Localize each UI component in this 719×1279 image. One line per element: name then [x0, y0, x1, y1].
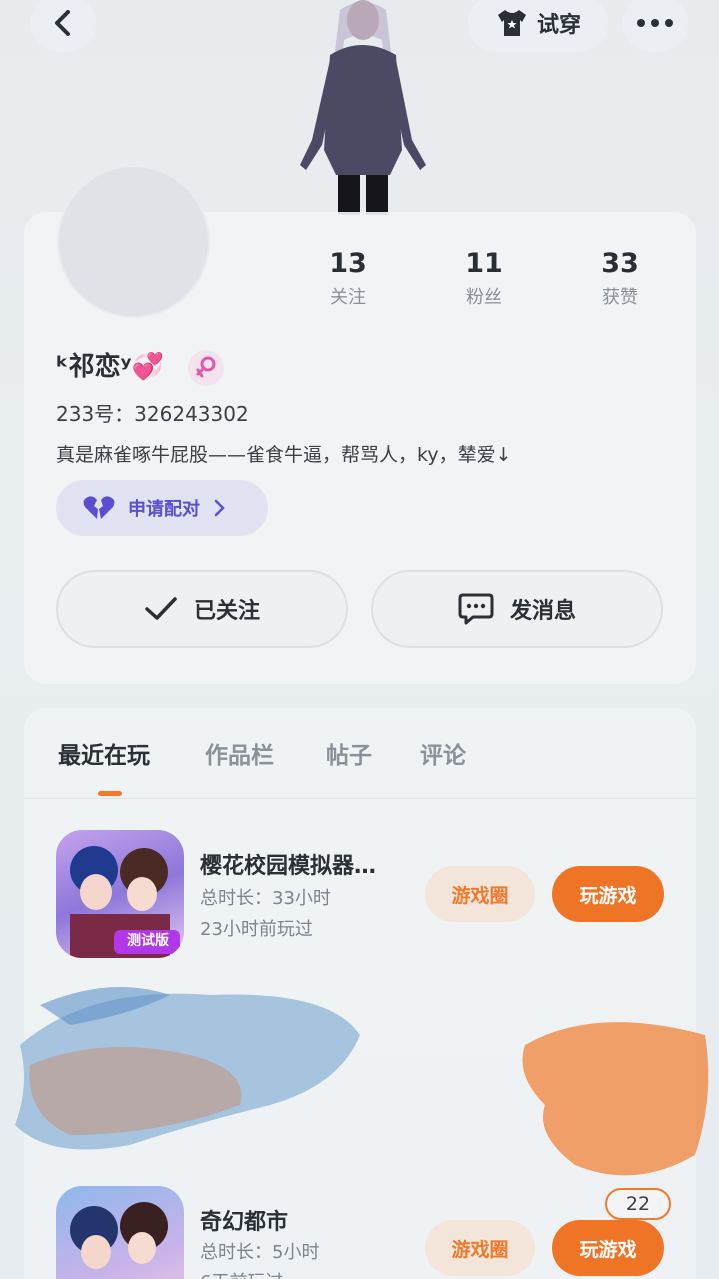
- chat-bubble-icon: [458, 593, 494, 625]
- game-artwork-fantasy-city: [70, 1202, 168, 1269]
- game-title-fantasy-city[interactable]: 奇幻都市: [200, 1204, 288, 1236]
- game-title-sakura[interactable]: 樱花校园模拟器…: [200, 848, 376, 880]
- username: ᵏ祁恋ʸ💞: [56, 352, 164, 382]
- game-icon-sakura[interactable]: 测试版: [56, 830, 184, 958]
- stat-following[interactable]: 13 关注: [303, 248, 393, 309]
- stat-likes[interactable]: 33 获赞: [575, 248, 665, 309]
- gender-badge: [188, 350, 224, 386]
- fans-count: 11: [465, 248, 503, 279]
- request-pair-button[interactable]: 申请配对: [56, 480, 268, 536]
- try-on-button[interactable]: 试穿: [468, 0, 608, 52]
- checkmark-icon: [145, 597, 177, 620]
- chevron-right-icon: [214, 499, 225, 517]
- following-label: 关注: [330, 287, 366, 308]
- request-pair-label: 申请配对: [128, 499, 200, 520]
- tab-posts[interactable]: 帖子: [326, 736, 372, 770]
- blue-paint-stroke-decoration: [15, 987, 360, 1150]
- likes-label: 获赞: [602, 287, 638, 308]
- orange-paint-stroke-decoration: [522, 1022, 709, 1176]
- try-on-label: 试穿: [536, 13, 581, 38]
- back-arrow-icon: [55, 10, 70, 36]
- tab-comments[interactable]: 评论: [420, 736, 466, 770]
- tab-divider: [24, 798, 696, 799]
- play-game-button[interactable]: 玩游戏: [552, 866, 664, 922]
- game-total-time-fantasy-city: 总时长：5小时: [200, 1242, 320, 1263]
- send-message-button[interactable]: 发消息: [371, 570, 663, 648]
- female-symbol-icon: [196, 356, 216, 378]
- user-id: 233号：326243302: [56, 402, 249, 426]
- game-circle-button[interactable]: 游戏圈: [425, 866, 535, 922]
- game-last-played-fantasy-city: 6天前玩过: [200, 1268, 283, 1279]
- back-button[interactable]: [30, 0, 96, 52]
- more-options-button[interactable]: [622, 0, 688, 52]
- avatar-character-figure: [300, 0, 426, 215]
- followed-label: 已关注: [193, 599, 260, 624]
- game-last-played-sakura: 23小时前玩过: [200, 919, 313, 940]
- game-circle-button-2[interactable]: 游戏圈: [425, 1220, 535, 1276]
- likes-count: 33: [601, 248, 639, 279]
- active-tab-indicator: [98, 791, 122, 796]
- stat-fans[interactable]: 11 粉丝: [439, 248, 529, 309]
- following-count: 13: [329, 248, 367, 279]
- game-icon-fantasy-city[interactable]: [56, 1186, 184, 1279]
- followed-button[interactable]: 已关注: [56, 570, 348, 648]
- tab-recently-played[interactable]: 最近在玩: [58, 736, 150, 770]
- send-message-label: 发消息: [509, 599, 576, 624]
- floating-count-badge[interactable]: 22: [605, 1188, 671, 1220]
- broken-heart-icon: [83, 496, 115, 519]
- user-bio: 真是麻雀啄牛屁股——雀食牛逼，帮骂人，ky，辇爱↓: [56, 444, 512, 466]
- profile-avatar[interactable]: [57, 165, 210, 318]
- tshirt-icon: [497, 10, 526, 36]
- test-version-tag: 测试版: [127, 933, 169, 949]
- more-dots-icon: [637, 19, 673, 27]
- tab-works[interactable]: 作品栏: [205, 736, 274, 770]
- game-total-time-sakura: 总时长：33小时: [200, 888, 331, 909]
- play-game-button-2[interactable]: 玩游戏: [552, 1220, 664, 1276]
- fans-label: 粉丝: [466, 287, 502, 308]
